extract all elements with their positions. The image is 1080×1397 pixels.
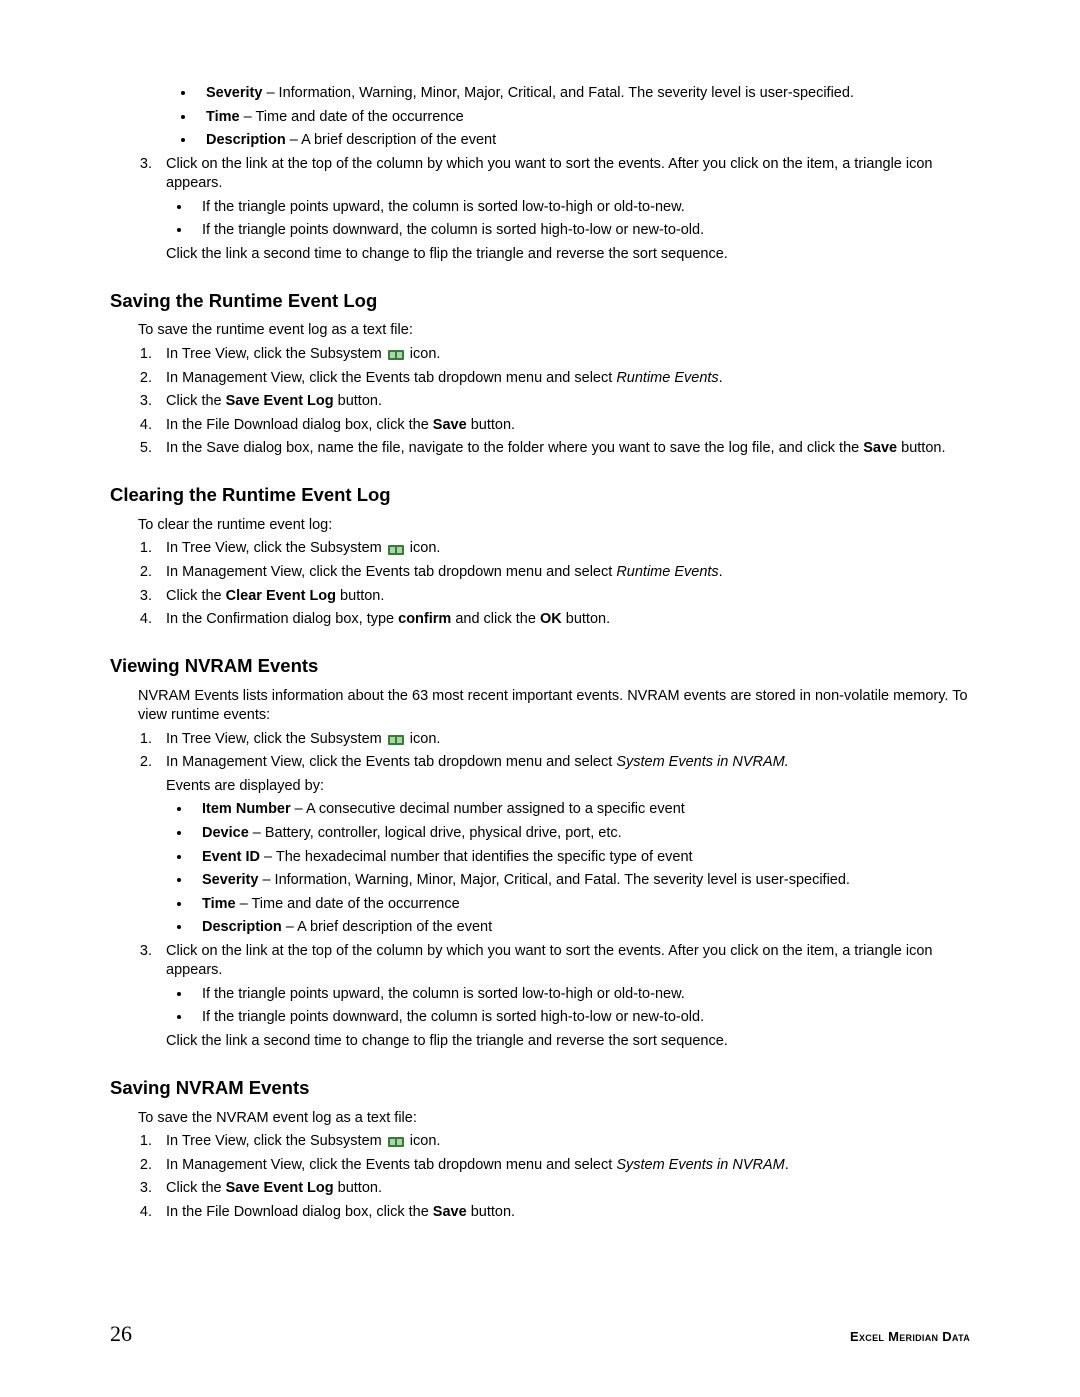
list-item: Description – A brief description of the…: [196, 131, 970, 151]
nvram-sort-after: Click the link a second time to change t…: [166, 1032, 970, 1052]
step-after: Click the link a second time to change t…: [166, 245, 970, 265]
list-item: Description – A brief description of the…: [192, 918, 970, 938]
top-ordered-list: Click on the link at the top of the colu…: [156, 155, 970, 265]
events-displayed-by: Events are displayed by:: [166, 777, 970, 797]
list-item: In Management View, click the Events tab…: [156, 753, 970, 938]
step-text: Click on the link at the top of the colu…: [166, 156, 932, 192]
list-item: Click on the link at the top of the colu…: [156, 942, 970, 1052]
subsystem-icon: [388, 1135, 404, 1147]
page-number: 26: [110, 1319, 132, 1349]
list-item: Click on the link at the top of the colu…: [156, 155, 970, 265]
list-item: In Management View, click the Events tab…: [156, 1156, 970, 1176]
top-field-list: Severity – Information, Warning, Minor, …: [196, 84, 970, 151]
field-label: Time: [206, 109, 240, 125]
nvram-field-list: Item Number – A consecutive decimal numb…: [192, 800, 970, 937]
heading-saving-nvram: Saving NVRAM Events: [110, 1076, 970, 1101]
field-text: – A brief description of the event: [286, 132, 496, 148]
heading-viewing-nvram: Viewing NVRAM Events: [110, 654, 970, 679]
document-page: Severity – Information, Warning, Minor, …: [0, 0, 1080, 1397]
clearing-runtime-steps: In Tree View, click the Subsystem icon. …: [156, 539, 970, 629]
list-item: In Tree View, click the Subsystem icon.: [156, 539, 970, 559]
heading-clearing-runtime: Clearing the Runtime Event Log: [110, 483, 970, 508]
footer-brand: Excel Meridian Data: [850, 1328, 970, 1346]
saving-runtime-steps: In Tree View, click the Subsystem icon. …: [156, 345, 970, 459]
list-item: Time – Time and date of the occurrence: [196, 108, 970, 128]
list-item: Click the Save Event Log button.: [156, 392, 970, 412]
list-item: In Tree View, click the Subsystem icon.: [156, 730, 970, 750]
list-item: In the File Download dialog box, click t…: [156, 416, 970, 436]
nvram-sort-bullets: If the triangle points upward, the colum…: [192, 985, 970, 1028]
list-item: In Management View, click the Events tab…: [156, 369, 970, 389]
intro-clearing-runtime: To clear the runtime event log:: [138, 516, 970, 536]
list-item: Severity – Information, Warning, Minor, …: [196, 84, 970, 104]
page-footer: 26 Excel Meridian Data: [110, 1319, 970, 1349]
list-item: Severity – Information, Warning, Minor, …: [192, 871, 970, 891]
list-item: If the triangle points upward, the colum…: [192, 198, 970, 218]
list-item: Event ID – The hexadecimal number that i…: [192, 848, 970, 868]
list-item: Time – Time and date of the occurrence: [192, 895, 970, 915]
list-item: In Management View, click the Events tab…: [156, 563, 970, 583]
intro-viewing-nvram: NVRAM Events lists information about the…: [138, 687, 970, 726]
viewing-nvram-steps: In Tree View, click the Subsystem icon. …: [156, 730, 970, 1052]
field-text: – Information, Warning, Minor, Major, Cr…: [262, 85, 854, 101]
subsystem-icon: [388, 348, 404, 360]
intro-saving-runtime: To save the runtime event log as a text …: [138, 321, 970, 341]
list-item: Click the Save Event Log button.: [156, 1179, 970, 1199]
sort-bullets: If the triangle points upward, the colum…: [192, 198, 970, 241]
saving-nvram-steps: In Tree View, click the Subsystem icon. …: [156, 1132, 970, 1222]
list-item: If the triangle points upward, the colum…: [192, 985, 970, 1005]
list-item: Click the Clear Event Log button.: [156, 587, 970, 607]
list-item: In the File Download dialog box, click t…: [156, 1203, 970, 1223]
list-item: In the Confirmation dialog box, type con…: [156, 610, 970, 630]
heading-saving-runtime: Saving the Runtime Event Log: [110, 289, 970, 314]
list-item: If the triangle points downward, the col…: [192, 221, 970, 241]
field-label: Description: [206, 132, 286, 148]
list-item: In the Save dialog box, name the file, n…: [156, 439, 970, 459]
list-item: Device – Battery, controller, logical dr…: [192, 824, 970, 844]
list-item: In Tree View, click the Subsystem icon.: [156, 1132, 970, 1152]
list-item: If the triangle points downward, the col…: [192, 1008, 970, 1028]
list-item: Item Number – A consecutive decimal numb…: [192, 800, 970, 820]
subsystem-icon: [388, 543, 404, 555]
field-text: – Time and date of the occurrence: [240, 109, 464, 125]
subsystem-icon: [388, 733, 404, 745]
list-item: In Tree View, click the Subsystem icon.: [156, 345, 970, 365]
field-label: Severity: [206, 85, 262, 101]
intro-saving-nvram: To save the NVRAM event log as a text fi…: [138, 1109, 970, 1129]
